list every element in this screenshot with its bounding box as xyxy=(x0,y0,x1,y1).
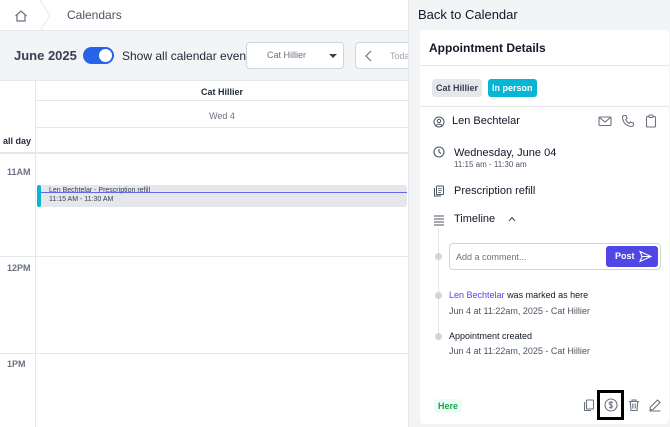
calendar-toolbar: June 2025 Show all calendar events Cat H… xyxy=(0,31,408,81)
show-all-toggle[interactable] xyxy=(83,47,114,64)
timeline-event-text: was marked as here xyxy=(507,290,589,300)
phone-icon[interactable] xyxy=(621,114,635,128)
list-icon xyxy=(434,215,444,226)
staff-select[interactable]: Cat Hillier xyxy=(246,42,344,69)
resource-column-header: Cat Hillier xyxy=(36,81,408,101)
timeline-event-meta: Jun 4 at 11:22am, 2025 - Cat Hillier xyxy=(449,346,590,356)
day-label: Wed 4 xyxy=(209,111,235,121)
timeline-dot xyxy=(435,292,442,299)
hour-label: 12PM xyxy=(7,263,31,273)
divider xyxy=(420,65,669,66)
staff-select-value: Cat Hillier xyxy=(267,50,307,60)
home-icon xyxy=(15,9,27,22)
comment-input[interactable] xyxy=(456,249,596,265)
back-to-calendar-link[interactable]: Back to Calendar xyxy=(418,7,518,22)
timeline-dot xyxy=(435,333,442,340)
hour-label: 1PM xyxy=(7,359,26,369)
highlight-box xyxy=(597,390,624,420)
hour-line xyxy=(0,256,408,257)
timeline-actor-link[interactable]: Len Bechtelar xyxy=(449,290,505,300)
all-day-row[interactable]: all day xyxy=(0,128,408,153)
date-nav: Today xyxy=(355,42,408,69)
breadcrumb-separator-icon xyxy=(39,0,51,31)
send-icon xyxy=(639,250,652,263)
status-badge: Here xyxy=(434,399,463,413)
hour-line xyxy=(0,353,408,354)
calendar-area: Calendars June 2025 Show all calendar ev… xyxy=(0,0,408,427)
home-button[interactable] xyxy=(0,0,42,31)
panel-title: Appointment Details xyxy=(429,41,546,55)
calendar-grid: Cat Hillier Wed 4 all day 11AM 12PM 1PM … xyxy=(0,81,408,427)
chevron-left-icon[interactable] xyxy=(364,50,374,62)
appointment-card: Appointment Details Cat Hillier In perso… xyxy=(420,30,669,424)
service-name: Prescription refill xyxy=(454,185,536,197)
breadcrumb-calendars-link[interactable]: Calendars xyxy=(67,8,122,22)
all-day-label: all day xyxy=(3,136,32,146)
show-all-label: Show all calendar events xyxy=(122,49,256,63)
day-header: Wed 4 xyxy=(36,101,408,128)
timeline-toggle[interactable]: Timeline xyxy=(454,213,495,225)
copy-icon[interactable] xyxy=(582,398,596,412)
divider xyxy=(420,106,669,107)
documents-icon xyxy=(434,185,444,197)
appointment-time-range: 11:15 am - 11:30 am xyxy=(454,160,527,169)
chevron-up-icon[interactable] xyxy=(508,215,516,223)
today-button[interactable]: Today xyxy=(390,51,408,61)
resource-name: Cat Hillier xyxy=(200,87,243,97)
hour-label: 11AM xyxy=(7,167,31,177)
visit-mode-chip: In person xyxy=(488,79,537,97)
timeline-dot xyxy=(435,253,442,260)
hour-line xyxy=(0,153,408,154)
timeline-event-meta: Jun 4 at 11:22am, 2025 - Cat Hillier xyxy=(449,306,590,316)
staff-chip: Cat Hillier xyxy=(432,79,483,97)
clock-icon xyxy=(433,146,445,158)
user-circle-icon xyxy=(433,116,445,128)
chevron-down-icon xyxy=(329,54,337,58)
timeline-event: Len Bechtelar was marked as here xyxy=(449,290,588,300)
trash-icon[interactable] xyxy=(627,398,641,412)
timeline-line xyxy=(438,228,439,338)
edit-icon[interactable] xyxy=(648,398,662,412)
clipboard-icon[interactable] xyxy=(644,114,658,128)
month-label: June 2025 xyxy=(14,48,77,63)
patient-name: Len Bechtelar xyxy=(452,115,520,127)
event-time: 11:15 AM - 11:30 AM xyxy=(49,196,114,203)
top-breadcrumb-bar: Calendars xyxy=(0,0,408,31)
event-color-bar xyxy=(37,185,41,207)
post-label: Post xyxy=(615,251,635,261)
event-title: Len Bechtelar - Prescription refill xyxy=(49,187,151,194)
appointment-date: Wednesday, June 04 xyxy=(454,147,557,159)
details-panel: Back to Calendar Appointment Details Cat… xyxy=(408,0,670,427)
email-icon[interactable] xyxy=(598,114,612,128)
post-button[interactable]: Post xyxy=(606,246,658,267)
comment-box: Post xyxy=(449,243,661,270)
toggle-knob xyxy=(99,49,112,62)
timeline-event-text: Appointment created xyxy=(449,331,533,341)
calendar-event[interactable]: Len Bechtelar - Prescription refill 11:1… xyxy=(37,185,407,207)
